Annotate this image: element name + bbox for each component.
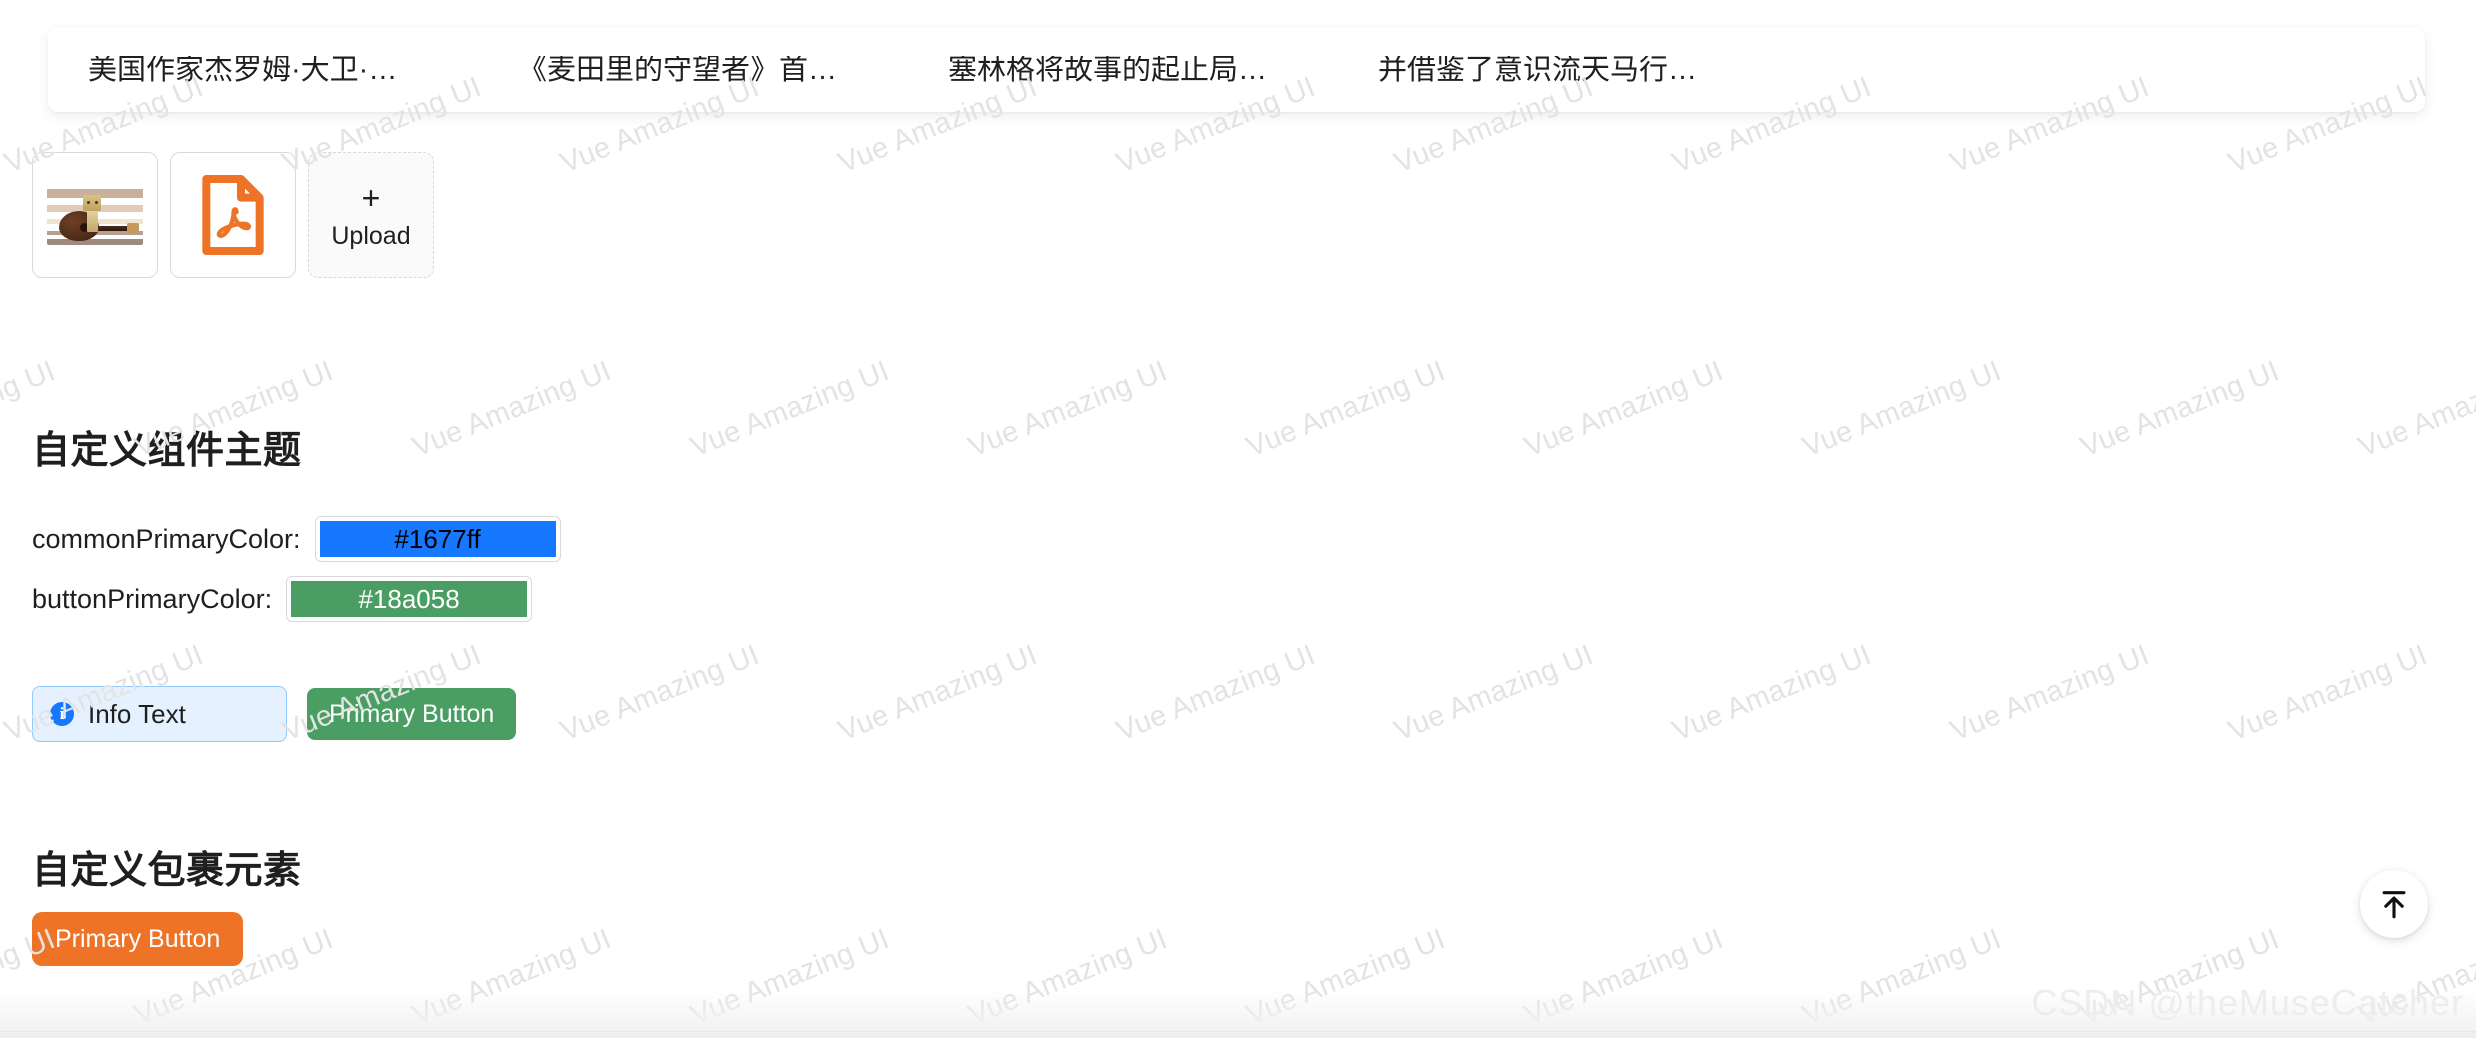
watermark-text: Vue Amazing UI	[1390, 638, 1598, 748]
color-picker-common-primary[interactable]: #1677ff	[314, 516, 561, 562]
info-circle-icon: i	[50, 702, 74, 726]
watermark-text: Vue Amazing UI	[2076, 354, 2284, 464]
watermark-text: Vue Amazing UI	[2224, 638, 2432, 748]
arrow-up-to-line-icon	[2382, 891, 2406, 919]
watermark-text: Vue Amazing UI	[408, 922, 616, 1032]
color-label: buttonPrimaryColor:	[32, 583, 273, 614]
theme-demo-row: i Info Text Primary Button	[32, 686, 517, 742]
watermark-text: Vue Amazing UI	[556, 638, 764, 748]
watermark-text: Vue Amazing UI	[1798, 922, 2006, 1032]
color-swatch-value: #18a058	[291, 581, 528, 617]
watermark-text: Vue Amazing UI	[1946, 638, 2154, 748]
upload-item-pdf[interactable]	[170, 152, 296, 278]
watermark-text: Vue Amazing UI	[1242, 354, 1450, 464]
marquee-item[interactable]: 塞林格将故事的起止局限于16岁的中...	[896, 56, 1326, 85]
csdn-watermark: CSDN @theMuseCatcher	[2031, 982, 2464, 1023]
marquee-item[interactable]: 并借鉴了意识流天马行空的写作方法...	[1326, 56, 1756, 85]
page-root: 美国作家杰罗姆·大卫·塞林格创作的... 《麦田里的守望者》首次出版于1951年…	[0, 0, 2476, 1038]
color-field-common-primary: commonPrimaryColor: #1677ff	[32, 516, 561, 562]
watermark-text: Vue Amazing UI	[686, 354, 894, 464]
color-picker-button-primary[interactable]: #18a058	[286, 576, 533, 622]
info-alert[interactable]: i Info Text	[32, 686, 287, 742]
color-swatch-value: #1677ff	[319, 521, 556, 557]
watermark-text: Vue Amazing UI	[834, 638, 1042, 748]
back-to-top-button[interactable]	[2360, 870, 2428, 938]
section-title-theme: 自定义组件主题	[32, 430, 302, 472]
watermark-text: Vue Amazing UI	[408, 354, 616, 464]
watermark-text: Vue Amazing UI	[964, 922, 1172, 1032]
watermark-text: Vue Amazing UI	[1668, 638, 1876, 748]
plus-icon: +	[361, 179, 381, 216]
color-label: commonPrimaryColor:	[32, 523, 301, 554]
marquee-track: 美国作家杰罗姆·大卫·塞林格创作的... 《麦田里的守望者》首次出版于1951年…	[48, 28, 1756, 112]
watermark-text: Vue Amazing UI	[1520, 922, 1728, 1032]
section-title-wrap: 自定义包裹元素	[32, 850, 302, 892]
marquee-item[interactable]: 美国作家杰罗姆·大卫·塞林格创作的...	[48, 56, 466, 85]
watermark-text: Vue Amazing UI	[1112, 638, 1320, 748]
marquee-item[interactable]: 《麦田里的守望者》首次出版于1951年	[466, 56, 896, 85]
primary-button-theme[interactable]: Primary Button	[307, 688, 517, 740]
color-field-button-primary: buttonPrimaryColor: #18a058	[32, 576, 533, 622]
primary-button-wrap[interactable]: Primary Button	[32, 912, 244, 966]
image-thumbnail	[47, 185, 143, 245]
watermark-text: Vue Amazing UI	[1242, 922, 1450, 1032]
watermark-text: Vue Amazing UI	[1520, 354, 1728, 464]
upload-button[interactable]: + Upload	[308, 152, 434, 278]
watermark-text: Vue Amazing UI	[686, 922, 894, 1032]
info-alert-text: Info Text	[88, 699, 186, 729]
bottom-divider	[0, 1031, 2476, 1032]
watermark-text: Vue Amazing UI	[1798, 354, 2006, 464]
marquee-card[interactable]: 美国作家杰罗姆·大卫·塞林格创作的... 《麦田里的守望者》首次出版于1951年…	[48, 28, 2425, 112]
watermark-text: Vue Amazing UI	[2354, 355, 2476, 464]
upload-label: Upload	[331, 221, 411, 250]
watermark-text: Vue Amazing UI	[964, 354, 1172, 464]
upload-item-image[interactable]	[32, 152, 158, 278]
pdf-file-icon	[202, 175, 264, 255]
upload-list: + Upload	[32, 152, 434, 278]
